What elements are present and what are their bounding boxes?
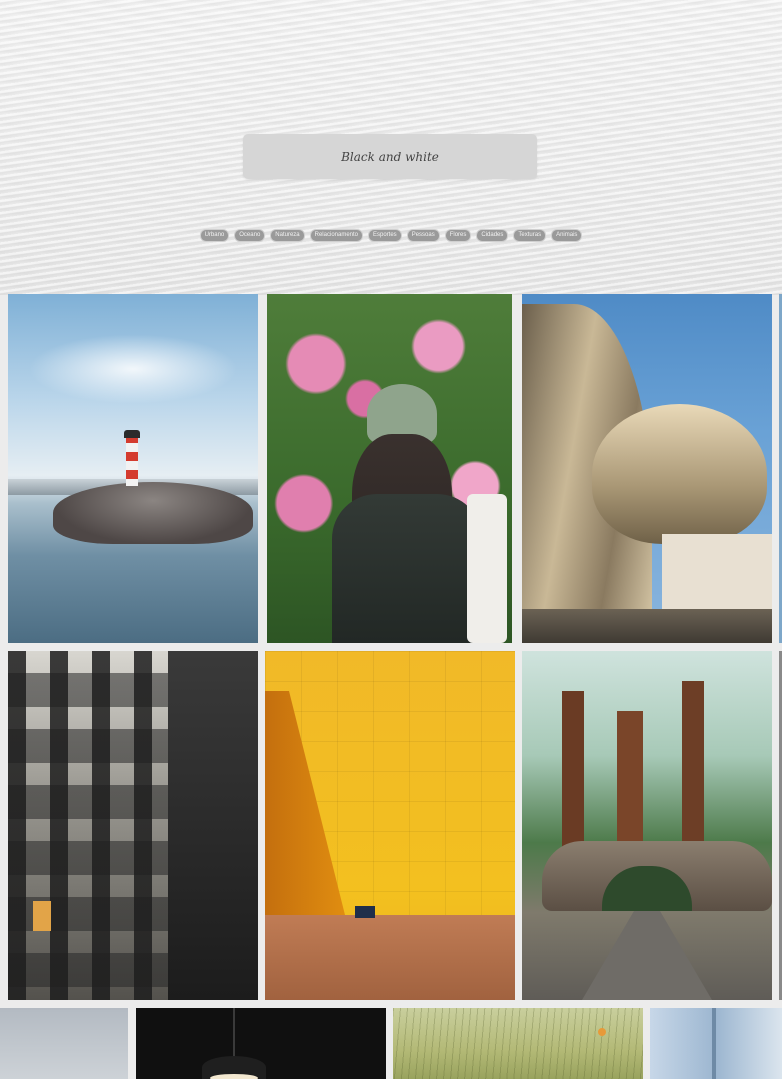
- photo-yellow-wall[interactable]: [265, 651, 515, 1000]
- tag-pessoas[interactable]: Pessoas: [406, 229, 440, 242]
- photo-curved-building[interactable]: [522, 294, 772, 643]
- photo-grass-field[interactable]: [393, 1008, 643, 1079]
- tag-oceano[interactable]: Oceano: [234, 229, 266, 242]
- photo-pendant-lamp[interactable]: [136, 1008, 386, 1079]
- photo-cloudy-sky[interactable]: [0, 1008, 128, 1079]
- tag-urbano[interactable]: Urbano: [199, 229, 230, 242]
- category-tags: Urbano Oceano Natureza Relacionamento Es…: [0, 229, 782, 242]
- hero-banner: Urbano Oceano Natureza Relacionamento Es…: [0, 0, 782, 295]
- photo-woman-flowers[interactable]: [267, 294, 512, 643]
- photo-sequoia-tunnel[interactable]: [522, 651, 772, 1000]
- photo-lighthouse[interactable]: [8, 294, 258, 643]
- search-input[interactable]: [243, 134, 537, 179]
- tag-relacionamento[interactable]: Relacionamento: [309, 229, 363, 242]
- photo-blue-blur[interactable]: [650, 1008, 782, 1079]
- tag-animais[interactable]: Animais: [551, 229, 583, 242]
- tag-esportes[interactable]: Esportes: [368, 229, 402, 242]
- tag-natureza[interactable]: Natureza: [270, 229, 305, 242]
- photo-fire-escape-building[interactable]: [8, 651, 258, 1000]
- tag-cidades[interactable]: Cidades: [476, 229, 509, 242]
- tag-flores[interactable]: Flores: [444, 229, 472, 242]
- tag-texturas[interactable]: Texturas: [513, 229, 547, 242]
